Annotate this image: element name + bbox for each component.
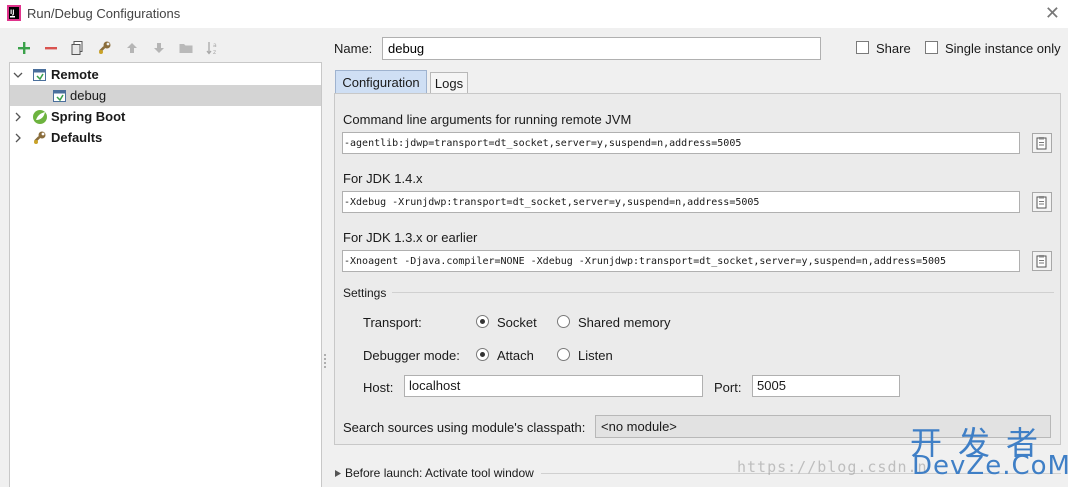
jdk14-field[interactable]: -Xdebug -Xrunjdwp:transport=dt_socket,se… — [342, 191, 1020, 213]
tab-label: Configuration — [342, 74, 420, 90]
port-input[interactable]: 5005 — [752, 375, 900, 397]
jdk13-label: For JDK 1.3.x or earlier — [343, 230, 478, 245]
svg-text:IJ: IJ — [10, 9, 14, 16]
single-instance-label: Single instance only — [945, 41, 1061, 56]
arrow-up-icon — [126, 43, 137, 53]
svg-text:a: a — [213, 42, 217, 49]
tree-item-debug[interactable]: debug — [10, 85, 321, 106]
tree-item-label: debug — [70, 88, 107, 103]
single-instance-checkbox[interactable] — [925, 41, 938, 54]
remove-icon — [44, 47, 57, 50]
jdk13-field[interactable]: -Xnoagent -Djava.compiler=NONE -Xdebug -… — [342, 250, 1020, 272]
transport-socket-radio[interactable] — [476, 315, 489, 328]
debugger-attach-label: Attach — [497, 348, 534, 363]
name-input[interactable] — [382, 37, 821, 60]
jdk14-label: For JDK 1.4.x — [343, 171, 423, 186]
host-input[interactable]: localhost — [404, 375, 703, 397]
tree-item-remote[interactable]: Remote — [10, 64, 321, 85]
svg-text:z: z — [213, 49, 216, 56]
transport-label: Transport: — [363, 315, 422, 330]
host-label: Host: — [363, 380, 394, 395]
copy-cmd-button[interactable] — [1032, 133, 1052, 153]
remote-icon — [33, 69, 46, 81]
move-up-button[interactable] — [118, 37, 145, 59]
sort-button[interactable]: az — [199, 37, 226, 59]
cmd-args-field[interactable]: -agentlib:jdwp=transport=dt_socket,serve… — [342, 132, 1020, 154]
copy-button[interactable] — [64, 37, 91, 59]
add-button[interactable] — [10, 37, 37, 59]
wrench-icon — [98, 41, 110, 54]
clipboard-icon — [1036, 255, 1047, 268]
tab-logs[interactable]: Logs — [430, 72, 468, 93]
before-launch-label[interactable]: Before launch: Activate tool window — [345, 466, 534, 480]
tab-configuration[interactable]: Configuration — [335, 70, 427, 93]
chevron-right-icon[interactable] — [12, 132, 24, 144]
tree-item-label: Defaults — [51, 130, 103, 145]
name-label: Name: — [334, 41, 373, 56]
debugger-mode-label: Debugger mode: — [363, 348, 460, 363]
watermark-logo-en: DevZe.CoM — [912, 451, 1068, 481]
copy-jdk13-button[interactable] — [1032, 251, 1052, 271]
tab-label: Logs — [434, 75, 464, 91]
share-label: Share — [876, 41, 911, 56]
sort-icon: az — [205, 42, 217, 56]
close-icon[interactable]: ✕ — [1045, 4, 1060, 22]
wrench-defaults-icon — [34, 131, 46, 144]
configuration-tree: Remote debug Spring Boot Defaults — [9, 62, 322, 487]
clipboard-icon — [1036, 196, 1047, 209]
watermark-url: https://blog.csdn.n — [737, 458, 928, 476]
port-label: Port: — [714, 380, 742, 395]
window-title: Run/Debug Configurations — [27, 6, 181, 21]
intellij-app-icon: IJ — [7, 5, 21, 21]
splitter-handle[interactable] — [322, 352, 328, 368]
move-down-button[interactable] — [145, 37, 172, 59]
transport-socket-label: Socket — [497, 315, 537, 330]
folder-icon — [179, 44, 192, 53]
debugger-listen-label: Listen — [578, 348, 613, 363]
edit-defaults-button[interactable] — [91, 37, 118, 59]
folder-button[interactable] — [172, 37, 199, 59]
debugger-attach-radio[interactable] — [476, 348, 489, 361]
clipboard-icon — [1036, 137, 1047, 150]
chevron-down-icon[interactable] — [12, 69, 24, 81]
settings-divider — [392, 292, 1054, 293]
copy-icon — [71, 41, 82, 55]
spring-boot-icon — [33, 110, 47, 124]
settings-label: Settings — [343, 286, 387, 300]
module-classpath-label: Search sources using module's classpath: — [343, 420, 586, 435]
arrow-down-icon — [153, 43, 164, 53]
transport-shared-memory-radio[interactable] — [557, 315, 570, 328]
remove-button[interactable] — [37, 37, 64, 59]
config-toolbar: az — [10, 37, 226, 59]
chevron-right-icon[interactable] — [12, 111, 24, 123]
tree-item-label: Remote — [51, 67, 99, 82]
remote-config-icon — [53, 90, 66, 102]
title-bar: IJ Run/Debug Configurations ✕ — [0, 0, 1068, 28]
add-icon — [17, 42, 30, 54]
tree-item-defaults[interactable]: Defaults — [10, 127, 321, 148]
debugger-listen-radio[interactable] — [557, 348, 570, 361]
tree-item-spring-boot[interactable]: Spring Boot — [10, 106, 321, 127]
tree-item-label: Spring Boot — [51, 109, 126, 124]
transport-shared-memory-label: Shared memory — [578, 315, 671, 330]
share-checkbox[interactable] — [856, 41, 869, 54]
cmd-args-label: Command line arguments for running remot… — [343, 112, 632, 127]
chevron-right-icon[interactable] — [335, 470, 341, 477]
copy-jdk14-button[interactable] — [1032, 192, 1052, 212]
